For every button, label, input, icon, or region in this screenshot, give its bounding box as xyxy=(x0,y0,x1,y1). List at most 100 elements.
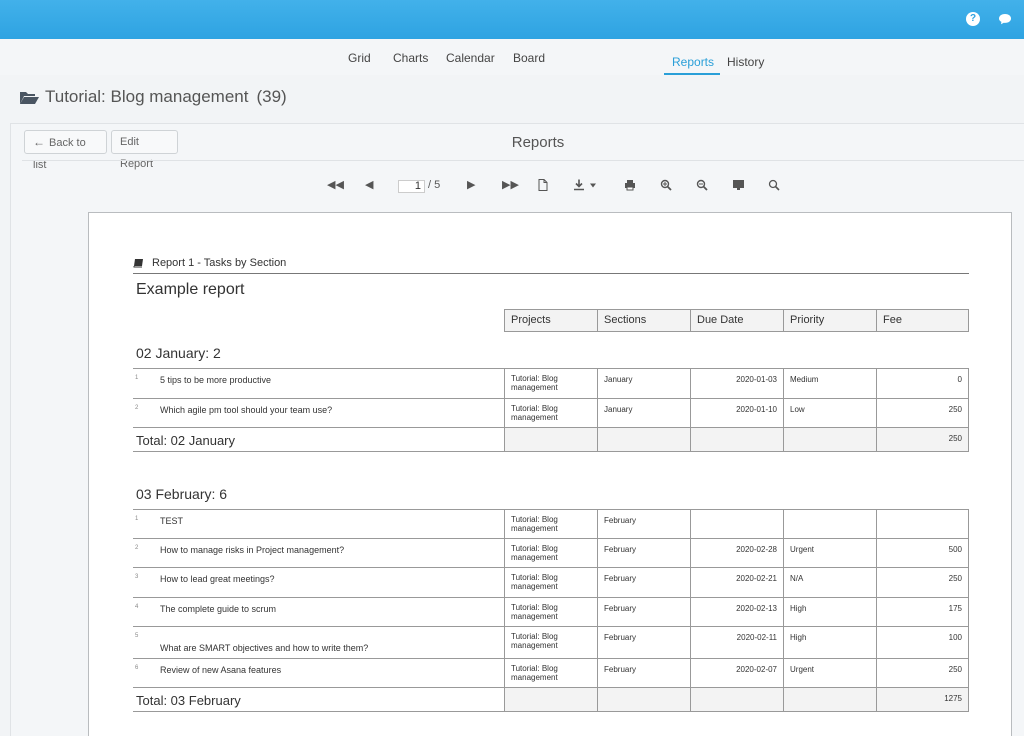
table-row[interactable]: 3 How to lead great meetings? Tutorial: … xyxy=(133,567,969,597)
cell-fee: 250 xyxy=(876,659,969,687)
group-title: 03 February: 6 xyxy=(136,486,228,502)
search-icon[interactable] xyxy=(768,178,780,192)
cell-project: Tutorial: Blog management xyxy=(504,627,597,658)
cell-fee: 250 xyxy=(876,399,969,427)
tab-reports[interactable]: Reports xyxy=(664,55,721,75)
project-name: Tutorial: Blog management xyxy=(45,87,249,106)
divider xyxy=(133,273,969,274)
cell-fee: 100 xyxy=(876,627,969,658)
cell-fee: 500 xyxy=(876,539,969,567)
task-name: Review of new Asana features xyxy=(160,665,282,675)
chat-icon[interactable] xyxy=(998,12,1012,26)
tab-board[interactable]: Board xyxy=(513,51,545,65)
cell-project: Tutorial: Blog management xyxy=(504,568,597,597)
cell-priority xyxy=(783,510,876,538)
next-page-icon[interactable]: ▶ xyxy=(467,178,475,192)
cell-project: Tutorial: Blog management xyxy=(504,399,597,427)
cell-priority: Medium xyxy=(783,369,876,398)
cell-due-date: 2020-02-07 xyxy=(690,659,783,687)
report-title: Example report xyxy=(136,281,245,298)
total-fee: 1275 xyxy=(876,688,969,711)
cell-fee: 250 xyxy=(876,568,969,597)
page-number-input[interactable]: 1 xyxy=(398,180,425,193)
cell-fee xyxy=(876,510,969,538)
table-row[interactable]: 1 5 tips to be more productive Tutorial:… xyxy=(133,368,969,398)
print-icon[interactable] xyxy=(624,178,636,192)
fullscreen-icon[interactable] xyxy=(732,178,745,192)
task-name: 5 tips to be more productive xyxy=(160,375,272,385)
report-heading-text: Report 1 - Tasks by Section xyxy=(152,257,287,269)
edit-report-button[interactable]: Edit Report xyxy=(111,130,178,170)
cell-project: Tutorial: Blog management xyxy=(504,369,597,398)
task-name: Which agile pm tool should your team use… xyxy=(160,405,333,415)
folder-open-icon xyxy=(20,91,39,104)
table-row[interactable]: 6 Review of new Asana features Tutorial:… xyxy=(133,658,969,687)
cell-section: January xyxy=(597,399,690,427)
arrow-left-icon: ← xyxy=(33,135,45,149)
row-index: 1 xyxy=(135,516,139,522)
cell-due-date: 2020-02-21 xyxy=(690,568,783,597)
tab-grid[interactable]: Grid xyxy=(348,51,371,65)
document-icon[interactable] xyxy=(538,178,548,192)
table-row[interactable]: 5 What are SMART objectives and how to w… xyxy=(133,626,969,658)
group-title: 02 January: 2 xyxy=(136,345,221,361)
cell-priority: Urgent xyxy=(783,539,876,567)
cell-section: January xyxy=(597,369,690,398)
last-page-icon[interactable]: ▶▶ xyxy=(502,178,519,192)
table-row[interactable]: 2 Which agile pm tool should your team u… xyxy=(133,398,969,427)
top-bar: ? xyxy=(0,0,1024,39)
help-icon[interactable]: ? xyxy=(966,12,980,26)
row-index: 4 xyxy=(135,604,139,610)
book-icon xyxy=(133,259,143,268)
page-total: / 5 xyxy=(428,179,441,191)
column-header-priority: Priority xyxy=(783,309,877,332)
group-total-row: Total: 02 January 250 xyxy=(133,427,969,452)
project-count: (39) xyxy=(256,87,287,106)
cell-due-date: 2020-02-28 xyxy=(690,539,783,567)
cell-due-date xyxy=(690,510,783,538)
cell-fee: 0 xyxy=(876,369,969,398)
cell-project: Tutorial: Blog management xyxy=(504,659,597,687)
cell-section: February xyxy=(597,539,690,567)
cell-priority: Low xyxy=(783,399,876,427)
tab-history[interactable]: History xyxy=(727,55,764,69)
download-icon[interactable] xyxy=(573,178,599,192)
cell-priority: High xyxy=(783,627,876,658)
first-page-icon[interactable]: ◀◀ xyxy=(327,178,344,192)
cell-due-date: 2020-01-10 xyxy=(690,399,783,427)
row-index: 1 xyxy=(135,375,139,381)
row-index: 2 xyxy=(135,545,139,551)
row-index: 3 xyxy=(135,574,139,580)
total-label: Total: 02 January xyxy=(136,433,236,448)
cell-priority: Urgent xyxy=(783,659,876,687)
table-row[interactable]: 4 The complete guide to scrum Tutorial: … xyxy=(133,597,969,626)
table-row[interactable]: 1 TEST Tutorial: Blog management Februar… xyxy=(133,509,969,538)
column-header-projects: Projects xyxy=(504,309,598,332)
zoom-in-icon[interactable] xyxy=(660,178,672,192)
cell-priority: High xyxy=(783,598,876,626)
cell-section: February xyxy=(597,659,690,687)
cell-due-date: 2020-02-11 xyxy=(690,627,783,658)
cell-section: February xyxy=(597,568,690,597)
cell-priority: N/A xyxy=(783,568,876,597)
row-index: 5 xyxy=(135,633,139,639)
cell-project: Tutorial: Blog management xyxy=(504,598,597,626)
task-name: The complete guide to scrum xyxy=(160,604,277,614)
total-label: Total: 03 February xyxy=(136,693,241,708)
tab-charts[interactable]: Charts xyxy=(393,51,428,65)
prev-page-icon[interactable]: ◀ xyxy=(365,178,373,192)
view-tabs: Grid Charts Calendar Board Reports Histo… xyxy=(0,39,1024,75)
back-to-list-button[interactable]: ← Back to list xyxy=(24,130,107,171)
table-row[interactable]: 2 How to manage risks in Project managem… xyxy=(133,538,969,567)
project-title: Tutorial: Blog management (39) xyxy=(19,87,287,107)
column-header-fee: Fee xyxy=(876,309,969,332)
cell-project: Tutorial: Blog management xyxy=(504,539,597,567)
cell-due-date: 2020-02-13 xyxy=(690,598,783,626)
zoom-out-icon[interactable] xyxy=(696,178,708,192)
panel-title: Reports xyxy=(511,134,565,151)
report-heading: Report 1 - Tasks by Section xyxy=(133,257,286,269)
row-index: 2 xyxy=(135,405,139,411)
tab-calendar[interactable]: Calendar xyxy=(446,51,495,65)
divider xyxy=(22,160,1024,161)
task-name: What are SMART objectives and how to wri… xyxy=(160,643,369,653)
